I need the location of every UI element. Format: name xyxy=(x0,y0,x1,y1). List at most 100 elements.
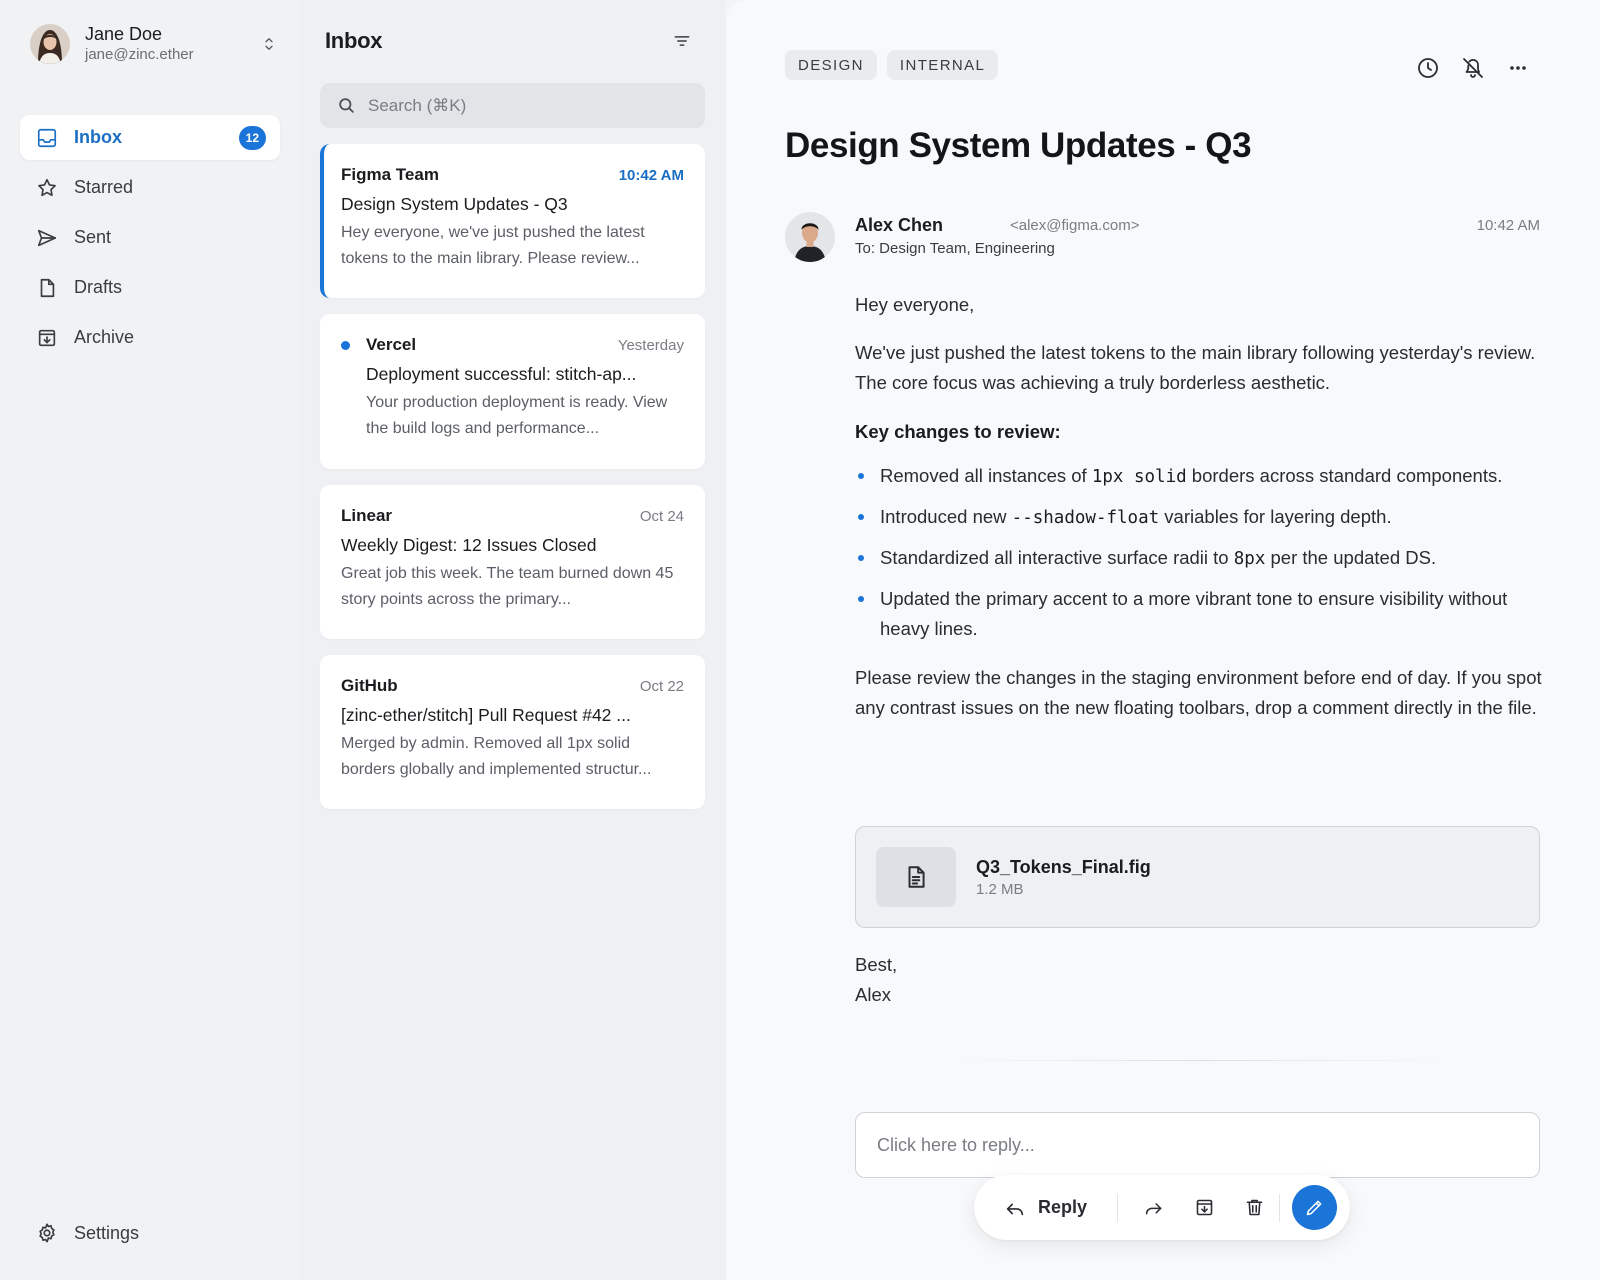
account-text: Jane Doe jane@zinc.ether xyxy=(85,23,260,65)
card-preview: Great job this week. The team burned dow… xyxy=(341,565,674,608)
bell-off-icon[interactable] xyxy=(1461,56,1485,80)
email-actions xyxy=(1395,56,1530,80)
message-card[interactable]: Linear Oct 24 Weekly Digest: 12 Issues C… xyxy=(320,485,705,639)
reply-icon xyxy=(1004,1197,1038,1219)
attachment-card[interactable]: Q3_Tokens_Final.fig 1.2 MB xyxy=(855,826,1540,928)
changes-list: Removed all instances of 1px solid borde… xyxy=(855,461,1545,644)
change-text: Updated the primary accent to a more vib… xyxy=(880,588,1508,639)
sidebar-item-inbox[interactable]: Inbox 12 xyxy=(20,115,280,160)
sender-avatar xyxy=(785,212,835,262)
card-subject: Deployment successful: stitch-ap... xyxy=(366,364,637,384)
clock-icon[interactable] xyxy=(1416,56,1440,80)
file-icon xyxy=(876,847,956,907)
search-bar xyxy=(320,83,705,128)
signature: Alex xyxy=(855,984,891,1005)
card-sender: Linear xyxy=(341,506,393,525)
change-text: Introduced new xyxy=(880,506,1012,527)
inbox-icon xyxy=(36,127,74,149)
archive-icon[interactable] xyxy=(1189,1193,1219,1223)
message-card[interactable]: Figma Team 10:42 AM Design System Update… xyxy=(320,144,705,298)
list-item: Introduced new --shadow-float variables … xyxy=(855,502,1545,533)
sidebar-item-label: Inbox xyxy=(74,127,122,147)
star-icon xyxy=(36,177,74,199)
reply-input[interactable] xyxy=(877,1134,1517,1156)
reading-pane: DESIGN INTERNAL Design System Updates - … xyxy=(726,0,1600,1280)
reply-label: Reply xyxy=(1038,1197,1088,1217)
change-text: variables for layering depth. xyxy=(1159,506,1392,527)
forward-icon[interactable] xyxy=(1139,1193,1169,1223)
floating-toolbar: Reply xyxy=(974,1175,1350,1240)
sidebar-item-sent[interactable]: Sent xyxy=(20,215,280,260)
card-time: 10:42 AM xyxy=(618,166,684,184)
card-preview: Merged by admin. Removed all 1px solid b… xyxy=(341,735,652,778)
card-sender-wrap: Vercel xyxy=(341,335,416,355)
compose-button[interactable] xyxy=(1292,1185,1338,1230)
account-switcher[interactable]: Jane Doe jane@zinc.ether xyxy=(30,22,278,66)
change-text: Standardized all interactive surface rad… xyxy=(880,547,1234,568)
trash-icon[interactable] xyxy=(1239,1193,1269,1223)
divider xyxy=(946,1060,1456,1061)
main-nav: Inbox 12 Starred Sent Drafts Archive xyxy=(20,115,280,365)
reply-button[interactable]: Reply xyxy=(1004,1197,1087,1219)
sidebar-item-label: Drafts xyxy=(74,277,123,297)
archive-icon xyxy=(36,327,74,349)
message-card[interactable]: Vercel Yesterday Deployment successful: … xyxy=(320,314,705,469)
sidebar-item-archive[interactable]: Archive xyxy=(20,315,280,360)
card-preview: Your production deployment is ready. Vie… xyxy=(366,394,668,437)
card-time: Oct 24 xyxy=(639,507,684,525)
user-avatar xyxy=(30,24,70,64)
list-item: Standardized all interactive surface rad… xyxy=(855,543,1545,574)
account-name: Jane Doe xyxy=(85,24,163,44)
list-item: Updated the primary accent to a more vib… xyxy=(855,584,1545,644)
chevron-up-down-icon[interactable] xyxy=(260,35,278,53)
sidebar-item-label: Sent xyxy=(74,227,112,247)
recipients: To: Design Team, Engineering xyxy=(855,240,1055,257)
card-sender: Vercel xyxy=(366,335,417,354)
sidebar-item-settings[interactable]: Settings xyxy=(36,1222,139,1244)
email-signoff: Best, Alex xyxy=(855,950,897,1010)
document-icon xyxy=(36,277,74,299)
change-text: borders across standard components. xyxy=(1186,465,1503,486)
card-header: Linear Oct 24 xyxy=(341,505,684,527)
sidebar-item-starred[interactable]: Starred xyxy=(20,165,280,210)
list-header: Inbox xyxy=(325,26,695,56)
card-sender: Figma Team xyxy=(341,165,439,184)
email-tags: DESIGN INTERNAL xyxy=(785,50,1008,80)
search-icon xyxy=(337,96,356,115)
change-code: --shadow-float xyxy=(1011,508,1160,528)
filter-icon[interactable] xyxy=(669,28,695,54)
toolbar-separator xyxy=(1117,1193,1119,1222)
card-subject: Design System Updates - Q3 xyxy=(341,194,568,214)
signoff-line: Best, xyxy=(855,954,898,975)
unread-count-badge: 12 xyxy=(238,125,266,150)
email-greeting: Hey everyone, xyxy=(855,294,975,315)
email-subject: Design System Updates - Q3 xyxy=(785,126,1252,165)
pencil-icon xyxy=(1304,1197,1325,1218)
sidebar-item-label: Starred xyxy=(74,177,134,197)
change-code: 1px solid xyxy=(1091,467,1187,487)
message-card[interactable]: GitHub Oct 22 [zinc-ether/stitch] Pull R… xyxy=(320,655,705,809)
tag-design[interactable]: DESIGN xyxy=(785,50,877,80)
sender-row: Alex Chen <alex@figma.com> To: Design Te… xyxy=(785,212,1540,262)
card-preview: Hey everyone, we've just pushed the late… xyxy=(341,224,645,267)
changes-heading: Key changes to review: xyxy=(855,421,1061,442)
email-body: Hey everyone, We've just pushed the late… xyxy=(855,290,1545,742)
card-header: Figma Team 10:42 AM xyxy=(341,164,684,186)
attachment-size: 1.2 MB xyxy=(976,881,1024,898)
more-icon[interactable] xyxy=(1506,56,1530,80)
gear-icon xyxy=(36,1222,74,1244)
tag-internal[interactable]: INTERNAL xyxy=(886,50,999,80)
sidebar-item-label: Settings xyxy=(74,1222,140,1243)
search-input[interactable] xyxy=(368,95,688,116)
card-time: Yesterday xyxy=(617,336,684,354)
card-header: GitHub Oct 22 xyxy=(341,675,684,697)
change-text: Removed all instances of xyxy=(880,465,1092,486)
card-sender: GitHub xyxy=(341,676,398,695)
card-subject: [zinc-ether/stitch] Pull Request #42 ... xyxy=(341,705,631,725)
sidebar-item-drafts[interactable]: Drafts xyxy=(20,265,280,310)
toolbar-separator xyxy=(1279,1193,1281,1222)
card-subject: Weekly Digest: 12 Issues Closed xyxy=(341,535,597,555)
message-list: Inbox Figma Team 10:42 AM Design System … xyxy=(300,0,726,1280)
unread-dot xyxy=(341,340,350,350)
attachment-name: Q3_Tokens_Final.fig xyxy=(976,857,1151,877)
